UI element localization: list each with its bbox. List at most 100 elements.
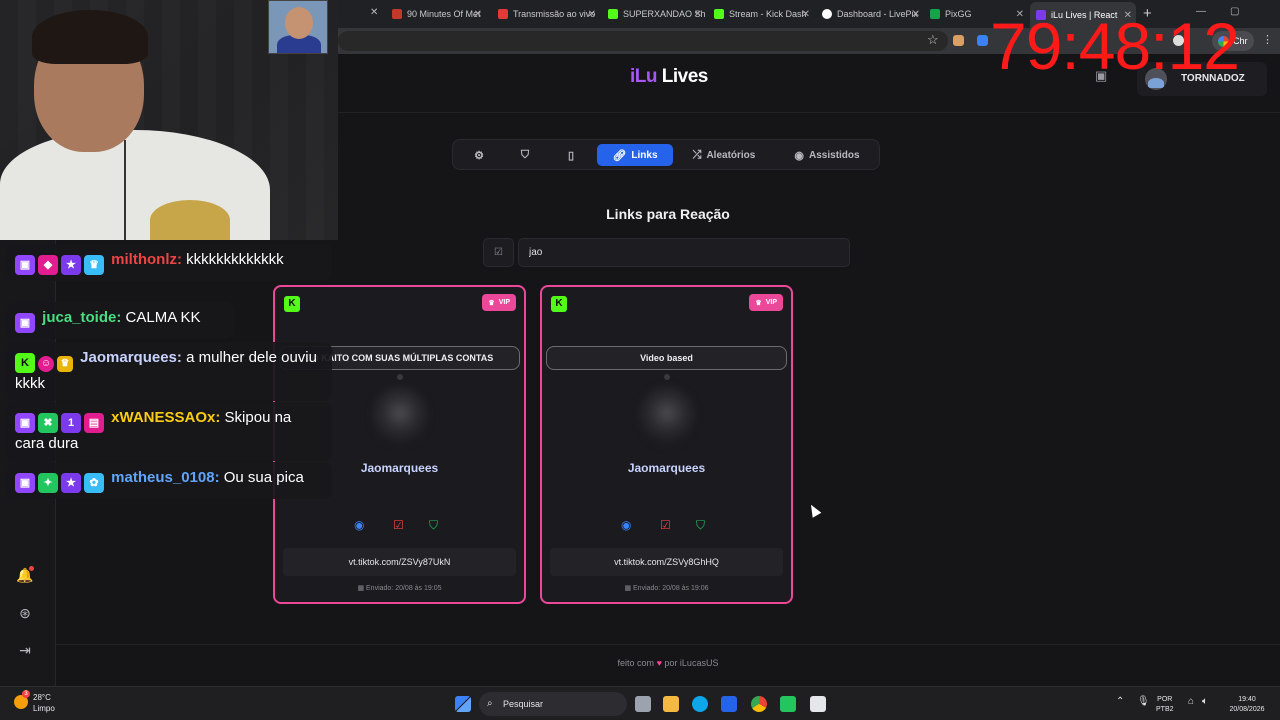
chat-message: ▣ ✖ 1 ▤ xWANESSAOx: Skipou na cara dura	[6, 402, 332, 461]
card-link[interactable]: vt.tiktok.com/ZSVy8GhHQ	[550, 548, 783, 576]
shield-icon[interactable]: ⛉	[696, 518, 705, 533]
tab-close-icon[interactable]: ✕	[912, 9, 920, 20]
card-sent-date: ▦ Enviado: 20/08 às 19:06	[542, 584, 791, 592]
eye-icon[interactable]: ◉	[354, 518, 364, 532]
browser-tab-5[interactable]: Dashboard - LivePix ✕	[816, 4, 924, 24]
tab-label: Links	[631, 149, 658, 161]
chat-message: ▣ ✦ ★ ✿ matheus_0108: Ou sua pica	[6, 462, 332, 499]
store-icon[interactable]	[721, 696, 737, 712]
tab-favicon	[822, 9, 832, 19]
calendar-icon: ▦	[624, 585, 634, 592]
chrome-icon[interactable]	[751, 696, 767, 712]
task-view-icon[interactable]	[635, 696, 651, 712]
filter-toggle-button[interactable]: ☑	[483, 238, 514, 267]
clock-time: 19:40	[1238, 696, 1256, 703]
notion-icon[interactable]	[810, 696, 826, 712]
shield-icon[interactable]: ⛉	[429, 518, 438, 533]
clock[interactable]: 19:40 20/08/2026	[1224, 695, 1270, 715]
taskbar-search[interactable]: ⌕ Pesquisar	[479, 692, 627, 716]
chat-message: K ☺ ♛ Jaomarquees: a mulher dele ouviu kkk…	[6, 342, 332, 401]
chevron-up-icon[interactable]: ⌃	[1116, 696, 1124, 707]
eye-icon[interactable]: ◉	[621, 518, 631, 532]
screen: 🔔 ⊛ ⇥ ✕ 90 Minutes Of Met ✕ Transmissão …	[0, 0, 1280, 720]
page-title: Links para Reação	[606, 206, 730, 222]
tab-label: Transmissão ao vivo	[513, 9, 596, 19]
webcam-mic-cable	[124, 140, 126, 240]
chat-username: Jaomarquees:	[80, 349, 182, 366]
nav-tabs: ⚙ ⛉ ▯ 🔗︎ Links ⤮ Aleatórios ◉ Assistidos	[452, 139, 880, 170]
notification-dot	[29, 566, 34, 571]
tab-settings[interactable]: ⚙	[463, 144, 495, 166]
crown-badge-icon: ♛	[84, 255, 104, 275]
menu-icon[interactable]: ⋮	[1262, 33, 1273, 46]
chat-username: juca_toide:	[42, 309, 122, 326]
kick-icon: K	[284, 296, 300, 312]
card-link[interactable]: vt.tiktok.com/ZSVy87UkN	[283, 548, 516, 576]
search-input[interactable]	[518, 238, 850, 267]
mark-watched-icon[interactable]: ☑	[660, 518, 671, 532]
address-bar[interactable]	[338, 31, 948, 51]
logout-icon[interactable]: ⇥	[16, 641, 34, 659]
tab-aleatorios[interactable]: ⤮ Aleatórios	[683, 144, 765, 166]
microphone-icon[interactable]: 🎙︎	[1137, 696, 1150, 707]
weather-widget[interactable]: 3 28°C Limpo	[14, 690, 55, 714]
picture-in-picture-cam	[268, 0, 328, 54]
edge-icon[interactable]	[692, 696, 708, 712]
tab-favicon	[930, 9, 940, 19]
windows-start-icon[interactable]	[455, 696, 471, 712]
network-icon[interactable]: ⌂	[1188, 696, 1194, 707]
tab-assistidos[interactable]: ◉ Assistidos	[785, 144, 869, 166]
shuffle-icon: ⤮	[692, 148, 702, 161]
browser-tab-1[interactable]: 90 Minutes Of Met ✕	[386, 4, 486, 24]
star-badge-icon: ★	[61, 473, 81, 493]
chat-text: kkkkkkkkkkkkk	[186, 251, 284, 268]
twitch-icon: ▣	[15, 313, 35, 333]
browser-tab-4[interactable]: Stream - Kick Dash ✕	[708, 4, 814, 24]
tab-close-icon[interactable]: ✕	[370, 7, 378, 18]
volume-icon[interactable]: 🔈︎	[1202, 696, 1208, 707]
search-placeholder: Pesquisar	[503, 699, 544, 709]
tab-close-icon[interactable]: ✕	[802, 9, 810, 20]
bell-icon[interactable]: 🔔	[16, 566, 34, 584]
tab-links[interactable]: 🔗︎ Links	[597, 144, 673, 166]
extension-icon[interactable]	[953, 35, 964, 46]
app-icon[interactable]	[780, 696, 796, 712]
twitch-icon: ▣	[15, 255, 35, 275]
browser-tab-2[interactable]: Transmissão ao vivo ✕	[492, 4, 600, 24]
language-indicator[interactable]: POR PTB2	[1156, 695, 1174, 715]
app-logo[interactable]: iLu Lives	[630, 66, 708, 88]
gift-badge-icon: ▤	[84, 413, 104, 433]
tab-close-icon[interactable]: ✕	[474, 9, 482, 20]
weather-condition: Limpo	[33, 704, 55, 713]
extension-icon[interactable]	[977, 35, 988, 46]
crown-badge-icon: ♛	[57, 356, 73, 372]
tab-favicon	[498, 9, 508, 19]
tab-close-icon[interactable]: ✕	[588, 9, 596, 20]
chat-username: milthonlz:	[111, 251, 182, 268]
tab-moderation[interactable]: ⛉	[509, 144, 541, 166]
gem-badge-icon: ◆	[38, 255, 58, 275]
crown-icon: ♛	[755, 299, 762, 307]
tab-device[interactable]: ▯	[555, 144, 587, 166]
file-explorer-icon[interactable]	[663, 696, 679, 712]
header-divider	[338, 112, 1280, 113]
link-card[interactable]: K ♛ VIP Video based Jaomarquees ◉ ☑ ⛉ vt.…	[540, 285, 793, 604]
logo-lives: Lives	[661, 66, 709, 87]
tab-close-icon[interactable]: ✕	[694, 9, 702, 20]
tab-favicon	[714, 9, 724, 19]
tab-label: Dashboard - LivePix	[837, 9, 919, 19]
avatar	[371, 385, 429, 447]
sent-text: Enviado: 20/08 às 19:06	[633, 585, 709, 592]
sword-badge-icon: ✦	[38, 473, 58, 493]
bookmark-star-icon[interactable]: ☆	[927, 32, 939, 48]
tab-favicon	[392, 9, 402, 19]
weather-temp: 28°C	[33, 693, 51, 702]
link-icon: 🔗︎	[612, 149, 627, 162]
first-badge-icon: 1	[61, 413, 81, 433]
browser-tab-3[interactable]: SUPERXANDAO Sh ✕	[602, 4, 706, 24]
avatar-status-dot	[397, 374, 403, 380]
checkbox-icon: ☑	[494, 247, 503, 258]
support-icon[interactable]: ⊛	[16, 604, 34, 622]
mark-watched-icon[interactable]: ☑	[393, 518, 404, 532]
star-badge-icon: ★	[61, 255, 81, 275]
